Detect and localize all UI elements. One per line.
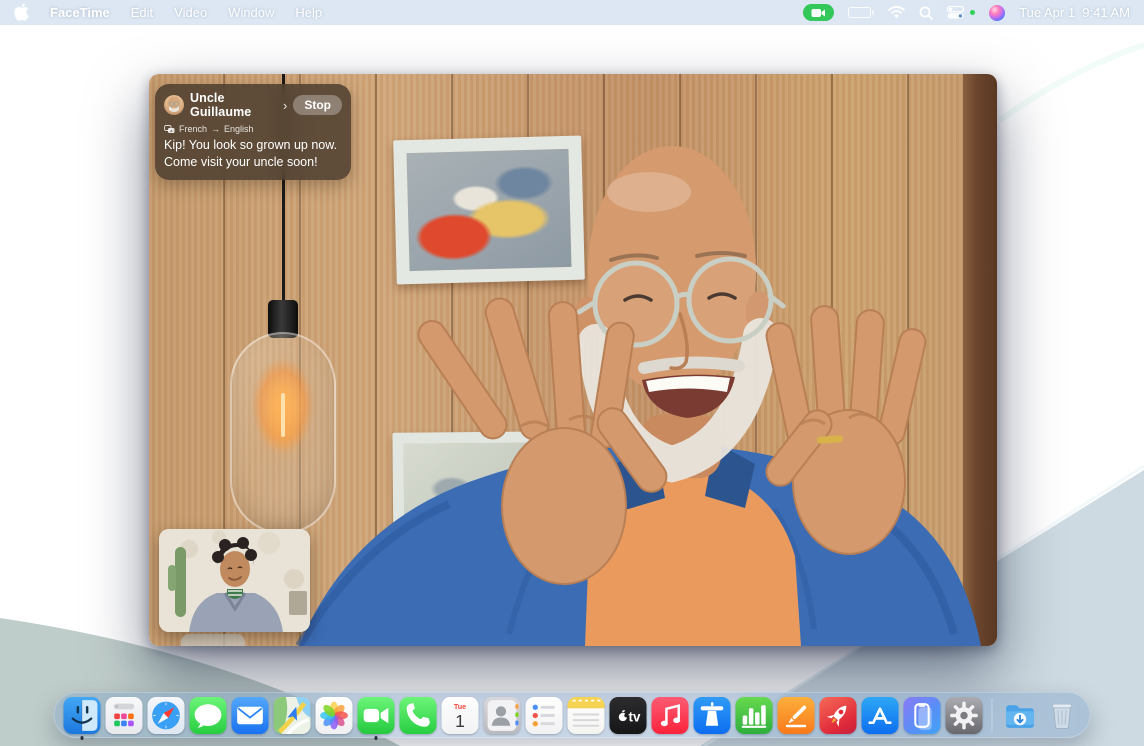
status-green-dot	[970, 10, 975, 15]
menu-video[interactable]: Video	[174, 5, 207, 20]
dock-item-messages[interactable]	[190, 697, 227, 734]
dock-item-calendar[interactable]: Tue1	[442, 697, 479, 734]
dock-item-games[interactable]	[820, 697, 857, 734]
messages-icon	[190, 697, 227, 734]
dock-item-pages[interactable]	[778, 697, 815, 734]
dock-item-appletv[interactable]: tv	[610, 697, 647, 734]
photos-icon	[316, 697, 353, 734]
dock-item-numbers[interactable]	[736, 697, 773, 734]
translate-icon: a	[164, 125, 175, 134]
dock-item-downloads[interactable]	[1002, 697, 1039, 734]
arrow-icon: →	[211, 124, 220, 134]
menu-help[interactable]: Help	[295, 5, 322, 20]
dock-item-photos[interactable]	[316, 697, 353, 734]
keynote-icon	[694, 697, 731, 734]
battery-icon[interactable]	[848, 7, 874, 18]
camera-active-indicator-icon[interactable]	[803, 4, 834, 21]
mail-icon	[232, 697, 269, 734]
dock-item-keynote[interactable]	[694, 697, 731, 734]
music-icon	[652, 697, 689, 734]
menu-bar-clock[interactable]: Tue Apr 1 9:41 AM	[1019, 5, 1130, 20]
svg-text:Tue: Tue	[454, 701, 466, 710]
menu-facetime[interactable]: FaceTime	[50, 5, 110, 20]
iphone-mirroring-icon	[904, 697, 941, 734]
dock-item-settings[interactable]	[946, 697, 983, 734]
control-center-icon[interactable]	[947, 6, 964, 19]
contacts-icon	[484, 697, 521, 734]
self-view-pip[interactable]	[159, 529, 310, 632]
caller-name[interactable]: Uncle Guillaume	[190, 91, 276, 119]
dock-item-launchpad[interactable]	[106, 697, 143, 734]
dock-item-phone[interactable]	[400, 697, 437, 734]
dock-item-reminders[interactable]	[526, 697, 563, 734]
dock-item-trash[interactable]	[1044, 697, 1081, 734]
stop-translation-button[interactable]: Stop	[293, 95, 342, 115]
dock-item-safari[interactable]	[148, 697, 185, 734]
wifi-icon[interactable]	[888, 6, 905, 19]
reminders-icon	[526, 697, 563, 734]
apple-menu-icon[interactable]	[14, 4, 29, 21]
secondary-tile-peek	[181, 634, 245, 646]
safari-icon	[148, 697, 185, 734]
finder-icon	[64, 697, 101, 734]
caption-line-1: Kip! You look so grown up now.	[164, 137, 342, 154]
facetime-window: Uncle Guillaume › Stop a French → Englis…	[149, 74, 997, 646]
trash-icon	[1044, 697, 1081, 734]
menu-window[interactable]: Window	[228, 5, 274, 20]
calendar-icon: Tue1	[442, 697, 479, 734]
translation-overlay: Uncle Guillaume › Stop a French → Englis…	[155, 84, 351, 180]
dock-item-iphone-mirroring[interactable]	[904, 697, 941, 734]
menu-bar: FaceTime Edit Video Window Help	[0, 0, 1144, 25]
numbers-icon	[736, 697, 773, 734]
facetime-icon	[358, 697, 395, 734]
pages-icon	[778, 697, 815, 734]
running-indicator	[374, 736, 378, 740]
dock-item-maps[interactable]	[274, 697, 311, 734]
chevron-right-icon[interactable]: ›	[283, 98, 287, 113]
dock-item-facetime[interactable]	[358, 697, 395, 734]
dock: Tue1 tv	[54, 692, 1091, 738]
downloads-icon	[1002, 697, 1039, 734]
dock-item-notes[interactable]	[568, 697, 605, 734]
menu-edit[interactable]: Edit	[131, 5, 153, 20]
games-icon	[820, 697, 857, 734]
caption-line-2: Come visit your uncle soon!	[164, 154, 342, 171]
svg-text:1: 1	[455, 710, 465, 730]
dock-item-finder[interactable]	[64, 697, 101, 734]
appstore-icon	[862, 697, 899, 734]
dock-item-appstore[interactable]	[862, 697, 899, 734]
dock-item-contacts[interactable]	[484, 697, 521, 734]
notes-icon	[568, 697, 605, 734]
source-language: French	[179, 124, 207, 134]
desktop: FaceTime Edit Video Window Help	[0, 0, 1144, 746]
dock-item-music[interactable]	[652, 697, 689, 734]
running-indicator	[80, 736, 84, 740]
svg-text:tv: tv	[629, 709, 641, 724]
phone-icon	[400, 697, 437, 734]
launchpad-icon	[106, 697, 143, 734]
target-language: English	[224, 124, 254, 134]
appletv-icon: tv	[610, 697, 647, 734]
settings-icon	[946, 697, 983, 734]
dock-item-mail[interactable]	[232, 697, 269, 734]
maps-icon	[274, 697, 311, 734]
spotlight-search-icon[interactable]	[919, 6, 933, 20]
caller-avatar	[164, 95, 184, 115]
siri-icon[interactable]	[989, 5, 1005, 21]
dock-divider	[992, 698, 993, 732]
